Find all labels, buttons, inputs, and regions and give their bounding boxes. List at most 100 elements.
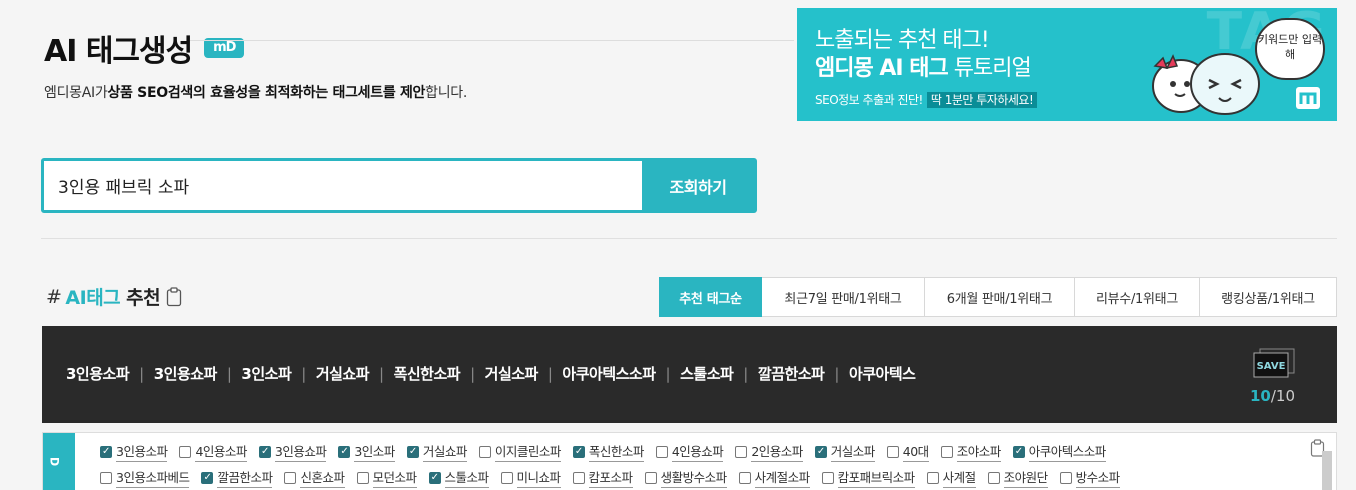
tag-option[interactable]: ✓ 거실쇼파 <box>406 441 467 462</box>
tab-recommended[interactable]: 추천 태그순 <box>659 277 762 317</box>
checkbox-unchecked[interactable] <box>926 471 939 484</box>
tag-option[interactable]: 3인용소파베드 <box>100 467 190 488</box>
tag-option[interactable]: 40대 <box>886 441 929 462</box>
checkbox-checked[interactable]: ✓ <box>814 445 827 458</box>
tag-option-label: 거실소파 <box>830 441 875 462</box>
selected-tag[interactable]: 아쿠아텍스소파 <box>562 363 656 384</box>
checkbox-unchecked[interactable] <box>356 471 369 484</box>
tag-option[interactable]: 사계절 <box>926 467 976 488</box>
selected-tag[interactable]: 거실소파 <box>485 363 539 384</box>
subtitle-part-2: 상품 SEO검색의 효율성을 최적화하는 태그세트를 제안 <box>107 85 426 101</box>
page-subtitle: 엠디몽AI가상품 SEO검색의 효율성을 최적화하는 태그세트를 제안합니다. <box>44 82 794 102</box>
selected-tag[interactable]: 깔끔한소파 <box>758 363 825 384</box>
tag-option-label: 조야원단 <box>1003 467 1048 488</box>
checkbox-unchecked[interactable] <box>500 471 513 484</box>
save-icon[interactable]: SAVE <box>1252 348 1296 378</box>
checkbox-checked[interactable]: ✓ <box>406 445 419 458</box>
checkbox-unchecked[interactable] <box>572 471 585 484</box>
tag-option[interactable]: ✓ 스툴소파 <box>428 467 489 488</box>
tag-option-label: 2인용소파 <box>751 441 803 462</box>
tag-separator: | <box>139 364 144 383</box>
tag-separator: | <box>226 364 232 383</box>
tag-option-label: 4인용쇼파 <box>671 441 724 462</box>
tag-option[interactable]: ✓ 아쿠아텍스소파 <box>1012 441 1106 462</box>
checkbox-unchecked[interactable] <box>821 471 834 484</box>
tag-option[interactable]: ✓ 3인소파 <box>338 441 395 462</box>
page-title-text: AI 태그생성 <box>44 34 193 69</box>
selected-tag[interactable]: 3인소파 <box>241 363 291 384</box>
checkbox-unchecked[interactable] <box>940 445 953 458</box>
tag-option[interactable]: 방수소파 <box>1059 467 1120 488</box>
tab-ranking[interactable]: 랭킹상품/1위태그 <box>1200 277 1337 317</box>
clipboard-icon[interactable] <box>166 286 182 307</box>
tag-option[interactable]: ✓ 폭신한소파 <box>572 441 644 462</box>
search-button[interactable]: 조회하기 <box>642 161 754 210</box>
checkbox-unchecked[interactable] <box>478 445 491 458</box>
tag-option-label: 미니쇼파 <box>516 467 561 488</box>
selected-tag[interactable]: 스툴소파 <box>680 363 734 384</box>
tag-option[interactable]: 이지클린소파 <box>478 441 561 462</box>
checkbox-checked[interactable]: ✓ <box>338 445 351 458</box>
tag-option-label: 3인용소파베드 <box>116 467 190 488</box>
checkbox-unchecked[interactable] <box>738 471 751 484</box>
tag-option[interactable]: 2인용소파 <box>735 441 803 462</box>
checkbox-unchecked[interactable] <box>886 445 899 458</box>
banner-line-3-highlight: 딱 1분만 투자하세요! <box>926 92 1038 108</box>
tag-option-label: 아쿠아텍스소파 <box>1028 441 1106 462</box>
checkbox-checked[interactable]: ✓ <box>1012 445 1025 458</box>
scrollbar[interactable] <box>1322 451 1332 490</box>
tag-option[interactable]: 캄포패브릭소파 <box>821 467 915 488</box>
search-input[interactable] <box>44 161 642 210</box>
checkbox-unchecked[interactable] <box>284 471 297 484</box>
selected-tag[interactable]: 3인용소파 <box>66 363 130 384</box>
title-divider <box>190 40 794 41</box>
selected-tag[interactable]: 아쿠아텍스 <box>849 363 916 384</box>
checkbox-unchecked[interactable] <box>1059 471 1072 484</box>
tag-checkbox-panel: ᗡ ✓ 3인용소파 4인용소파 ✓ 3인용쇼파 ✓ 3인소파 ✓ 거실쇼파 이지클린소파 ✓ 폭신한소… <box>42 432 1337 490</box>
tag-separator: | <box>301 364 306 383</box>
section-rec-label: 추천 <box>126 287 161 309</box>
checkbox-checked[interactable]: ✓ <box>428 471 441 484</box>
tag-option[interactable]: 생활방수소파 <box>644 467 727 488</box>
tag-option[interactable]: 미니쇼파 <box>500 467 561 488</box>
checkbox-unchecked[interactable] <box>655 445 668 458</box>
checkbox-unchecked[interactable] <box>735 445 748 458</box>
tag-option-label: 캄포소파 <box>588 467 633 488</box>
checkbox-unchecked[interactable] <box>644 471 657 484</box>
tab-6month-sales[interactable]: 6개월 판매/1위태그 <box>925 277 1075 317</box>
checkbox-checked[interactable]: ✓ <box>258 445 271 458</box>
tag-option[interactable]: 신혼쇼파 <box>284 467 345 488</box>
checkbox-unchecked[interactable] <box>987 471 1000 484</box>
tag-option[interactable]: ✓ 3인용쇼파 <box>258 441 327 462</box>
tag-option[interactable]: ✓ 깔끔한소파 <box>201 467 273 488</box>
banner-line-2-rest: 튜토리얼 <box>947 56 1032 81</box>
tab-7day-sales[interactable]: 최근7일 판매/1위태그 <box>762 277 925 317</box>
checkbox-checked[interactable]: ✓ <box>201 471 214 484</box>
selected-tag[interactable]: 거실쇼파 <box>316 363 370 384</box>
tutorial-banner[interactable]: TAG 노출되는 추천 태그! 엠디몽 AI 태그 튜토리얼 SEO정보 추출과… <box>797 8 1337 121</box>
tag-option-label: 폭신한소파 <box>588 441 644 462</box>
tag-row-1: ✓ 3인용소파 4인용소파 ✓ 3인용쇼파 ✓ 3인소파 ✓ 거실쇼파 이지클린소파 ✓ 폭신한소파 4… <box>100 441 1118 462</box>
tag-option-label: 거실쇼파 <box>422 441 467 462</box>
checkbox-checked[interactable]: ✓ <box>100 445 112 458</box>
tag-count-total: /10 <box>1270 387 1296 405</box>
tab-reviews[interactable]: 리뷰수/1위태그 <box>1075 277 1200 317</box>
selected-tag[interactable]: 3인용쇼파 <box>154 363 218 384</box>
tag-option[interactable]: 캄포소파 <box>572 467 633 488</box>
tag-option[interactable]: 4인용쇼파 <box>655 441 724 462</box>
tag-option[interactable]: 4인용소파 <box>179 441 247 462</box>
checkbox-unchecked[interactable] <box>179 445 192 458</box>
tag-option[interactable]: 모던소파 <box>356 467 417 488</box>
page-title: AI 태그생성 mD <box>44 26 794 70</box>
tag-option[interactable]: 조야소파 <box>940 441 1001 462</box>
selected-tag[interactable]: 폭신한소파 <box>394 363 461 384</box>
checkbox-checked[interactable]: ✓ <box>572 445 585 458</box>
tag-option[interactable]: ✓ 3인용소파 <box>100 441 168 462</box>
tag-option[interactable]: 조야원단 <box>987 467 1048 488</box>
subtitle-part-1: 엠디몽AI가 <box>44 85 108 101</box>
banner-line-3: SEO정보 추출과 진단! 딱 1분만 투자하세요! <box>815 91 1038 108</box>
banner-line-3-text: SEO정보 추출과 진단! <box>815 93 923 107</box>
tag-option[interactable]: 사계절소파 <box>738 467 810 488</box>
tag-option[interactable]: ✓ 거실소파 <box>814 441 875 462</box>
checkbox-unchecked[interactable] <box>100 471 112 484</box>
